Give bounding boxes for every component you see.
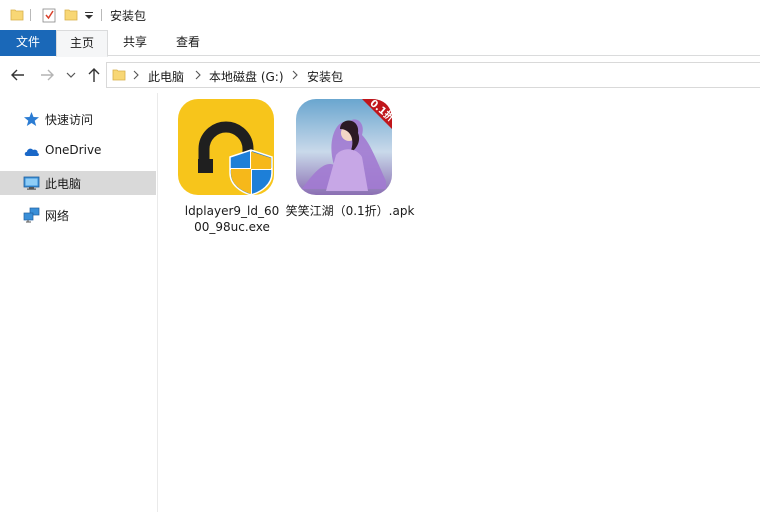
cloud-icon — [24, 148, 39, 156]
ldplayer-icon — [178, 99, 274, 196]
file-item-apk[interactable]: 0.1折 笑笑江湖（0.1折）.apk — [286, 99, 414, 239]
breadcrumb-this-pc[interactable]: 此电脑 — [148, 68, 184, 85]
properties-icon[interactable] — [42, 7, 56, 23]
sidebar-item-network[interactable]: 网络 — [0, 203, 156, 227]
game-apk-icon: 0.1折 — [296, 99, 394, 195]
title-bar: 安装包 — [0, 0, 760, 30]
sidebar-item-label: 网络 — [45, 209, 70, 223]
breadcrumb-current-folder[interactable]: 安装包 — [307, 68, 343, 85]
chevron-right-icon[interactable] — [132, 69, 140, 81]
sidebar-item-onedrive[interactable]: OneDrive — [0, 139, 156, 163]
file-name: ldplayer9_ld_60 00_98uc.exe — [184, 204, 280, 234]
tab-file[interactable]: 文件 — [0, 30, 56, 56]
ribbon: 文件 主页 共享 查看 — [0, 30, 760, 57]
toolbar-separator — [30, 9, 31, 21]
up-arrow-icon[interactable] — [85, 66, 103, 84]
chevron-right-icon[interactable] — [194, 69, 202, 81]
sidebar-item-quick-access[interactable]: 快速访问 — [0, 107, 156, 131]
address-bar[interactable]: 此电脑 本地磁盘 (G:) 安装包 — [106, 62, 760, 88]
sidebar-item-label: 此电脑 — [45, 177, 82, 191]
new-folder-icon[interactable] — [64, 8, 78, 22]
chevron-right-icon[interactable] — [291, 69, 299, 81]
sidebar-item-label: OneDrive — [45, 143, 102, 157]
folder-icon — [112, 69, 126, 81]
navigation-bar: 此电脑 本地磁盘 (G:) 安装包 — [0, 57, 760, 93]
back-arrow-icon[interactable] — [9, 66, 27, 84]
forward-arrow-icon[interactable] — [38, 66, 56, 84]
file-item-ldplayer[interactable]: ldplayer9_ld_60 00_98uc.exe — [168, 99, 279, 239]
file-list: ldplayer9_ld_60 00_98uc.exe 0.1折 笑笑江湖（0.1… — [159, 93, 760, 512]
tab-view[interactable]: 查看 — [162, 30, 214, 56]
toolbar-separator — [101, 9, 102, 21]
breadcrumb-local-disk[interactable]: 本地磁盘 (G:) — [209, 68, 284, 85]
chevron-down-icon[interactable] — [65, 66, 77, 84]
tab-share[interactable]: 共享 — [110, 30, 160, 56]
file-name: 笑笑江湖（0.1折）.apk — [285, 204, 415, 218]
customize-toolbar-icon[interactable] — [84, 10, 94, 20]
navigation-pane: 快速访问 OneDrive 此电脑 网络 — [0, 93, 158, 512]
computer-icon — [23, 176, 40, 190]
network-icon — [23, 207, 40, 223]
sidebar-item-this-pc[interactable]: 此电脑 — [0, 171, 156, 195]
sidebar-item-label: 快速访问 — [45, 113, 94, 127]
star-icon — [24, 112, 39, 126]
tab-home[interactable]: 主页 — [56, 30, 108, 57]
window-title: 安装包 — [110, 9, 147, 23]
folder-icon[interactable] — [10, 8, 24, 22]
